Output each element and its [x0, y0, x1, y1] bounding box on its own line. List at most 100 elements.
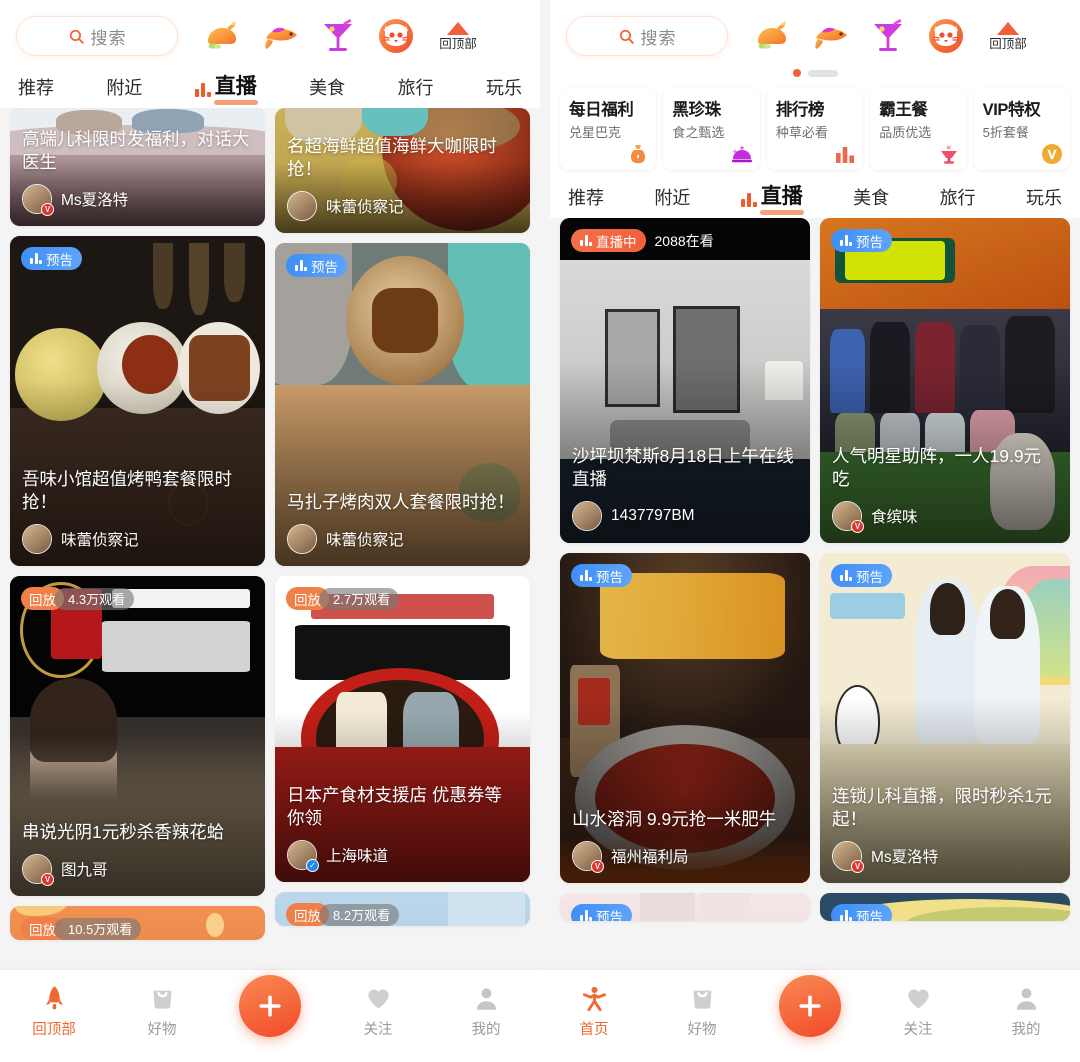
tab-entertainment[interactable]: 玩乐 — [486, 74, 522, 102]
badge-label: 预告 — [856, 231, 883, 251]
roast-chicken-icon[interactable] — [200, 14, 244, 58]
right-category-tabs: 推荐 附近 直播 美食 旅行 玩乐 — [550, 172, 1080, 218]
nav-item-首页[interactable]: 首页 — [540, 970, 648, 1039]
card-author[interactable]: V福州福利局 — [572, 841, 798, 871]
avatar[interactable]: ✓ — [287, 840, 317, 870]
cat-logo-icon[interactable] — [374, 14, 418, 58]
search-input[interactable]: 搜索 — [16, 16, 178, 56]
search-placeholder: 搜索 — [91, 24, 127, 49]
card-author[interactable]: 味蕾侦察记 — [287, 524, 518, 554]
author-name: 味蕾侦察记 — [326, 528, 404, 550]
nav-item-我的[interactable]: 我的 — [432, 970, 540, 1039]
live-card[interactable]: 预告人气明星助阵，一人19.9元吃V食缤味 — [820, 218, 1070, 543]
card-author[interactable]: 1437797BM — [572, 501, 798, 531]
card-author[interactable]: V图九哥 — [22, 854, 253, 884]
tab-travel[interactable]: 旅行 — [398, 74, 434, 102]
feed-column-2: 名超海鲜超值海鲜大咖限时抢！味蕾侦察记预告马扎子烤肉双人套餐限时抢！味蕾侦察记回… — [275, 108, 530, 940]
avatar[interactable] — [287, 191, 317, 221]
tab-entertainment[interactable]: 玩乐 — [1026, 184, 1062, 212]
card-author[interactable]: 味蕾侦察记 — [287, 191, 518, 221]
live-bars-icon — [195, 82, 211, 97]
cocktail-icon[interactable] — [316, 14, 360, 58]
tab-live[interactable]: 直播 — [195, 70, 257, 102]
avatar[interactable]: V — [572, 841, 602, 871]
card-author[interactable]: VMs夏洛特 — [832, 841, 1058, 871]
avatar[interactable]: V — [22, 184, 52, 214]
avatar[interactable]: V — [22, 854, 52, 884]
avatar[interactable]: V — [832, 501, 862, 531]
bag-icon — [149, 983, 176, 1013]
card-author[interactable]: 味蕾侦察记 — [22, 524, 253, 554]
live-card[interactable]: 预告马扎子烤肉双人套餐限时抢！味蕾侦察记 — [275, 243, 530, 566]
live-card[interactable]: 预告 — [560, 893, 810, 921]
tab-nearby[interactable]: 附近 — [106, 74, 142, 102]
preview-badge: 预告 — [831, 229, 892, 252]
live-card[interactable]: 预告连锁儿科直播，限时秒杀1元起！VMs夏洛特 — [820, 553, 1070, 883]
live-card[interactable]: 回放2.7万观看日本产食材支援店 优惠券等你领✓上海味道 — [275, 576, 530, 882]
carousel-dot-rest[interactable] — [808, 70, 838, 77]
card-author[interactable]: V食缤味 — [832, 501, 1058, 531]
live-card[interactable]: 预告山水溶洞 9.9元抢一米肥牛V福州福利局 — [560, 553, 810, 883]
badge-bars-icon — [580, 570, 592, 581]
nav-item-关注[interactable]: 关注 — [324, 970, 432, 1039]
plus-fab-icon[interactable] — [779, 975, 841, 1037]
tab-food[interactable]: 美食 — [309, 74, 345, 102]
card-title: 串说光阴1元秒杀香辣花蛤 — [22, 821, 253, 844]
quick-entry-2[interactable]: 黑珍珠食之甄选 — [663, 88, 759, 170]
avatar[interactable] — [287, 524, 317, 554]
viewer-count: 4.3万观看 — [54, 588, 134, 610]
quick-entry-1[interactable]: 每日福利兑星巴克 — [560, 88, 656, 170]
avatar[interactable] — [22, 524, 52, 554]
tab-recommend[interactable]: 推荐 — [568, 184, 604, 212]
live-card[interactable]: 预告 — [820, 893, 1070, 921]
live-card[interactable]: 高端儿科限时发福利，对话大医生VMs夏洛特 — [10, 108, 265, 226]
card-author[interactable]: ✓上海味道 — [287, 840, 518, 870]
back-to-top-icon[interactable]: 回顶部 — [432, 14, 484, 58]
live-card[interactable]: 回放4.3万观看串说光阴1元秒杀香辣花蛤V图九哥 — [10, 576, 265, 896]
nav-item-好物[interactable]: 好物 — [108, 970, 216, 1039]
back-to-top-label: 回顶部 — [989, 38, 1027, 51]
tab-food[interactable]: 美食 — [853, 184, 889, 212]
left-category-tabs: 推荐 附近 直播 美食 旅行 玩乐 — [0, 62, 540, 108]
nav-item-关注[interactable]: 关注 — [864, 970, 972, 1039]
header-top-row-right: 搜索 — [550, 10, 1080, 62]
badge-label: 回放 — [294, 905, 321, 925]
plus-fab-icon[interactable] — [239, 975, 301, 1037]
live-card[interactable]: 回放8.2万观看 — [275, 892, 530, 926]
quick-entry-5[interactable]: VIP特权5折套餐 — [974, 88, 1070, 170]
quick-entry-3[interactable]: 排行榜种草必看 — [767, 88, 863, 170]
avatar[interactable]: V — [832, 841, 862, 871]
back-to-top-icon[interactable]: 回顶部 — [982, 14, 1034, 58]
live-card[interactable]: 直播中2088在看沙坪坝梵斯8月18日上午在线直播1437797BM — [560, 218, 810, 543]
nav-item-我的[interactable]: 我的 — [972, 970, 1080, 1039]
card-title: 山水溶洞 9.9元抢一米肥牛 — [572, 808, 798, 831]
avatar[interactable] — [572, 501, 602, 531]
tab-recommend[interactable]: 推荐 — [18, 74, 54, 102]
publish-button-wrapper — [216, 970, 324, 1037]
verified-badge: V — [851, 520, 864, 533]
tab-nearby[interactable]: 附近 — [654, 184, 690, 212]
live-card[interactable]: 回放10.5万观看 — [10, 906, 265, 940]
nav-item-回顶部[interactable]: 回顶部 — [0, 970, 108, 1039]
viewer-count: 2.7万观看 — [319, 588, 399, 610]
card-author[interactable]: VMs夏洛特 — [22, 184, 253, 214]
viewer-count: 10.5万观看 — [54, 918, 141, 940]
roast-chicken-icon[interactable] — [750, 14, 794, 58]
tab-travel[interactable]: 旅行 — [940, 184, 976, 212]
quick-entry-4[interactable]: 霸王餐品质优选 — [870, 88, 966, 170]
trophy-bowl-icon — [937, 142, 961, 166]
heart-icon — [365, 983, 392, 1013]
live-card[interactable]: 名超海鲜超值海鲜大咖限时抢！味蕾侦察记 — [275, 108, 530, 233]
live-card[interactable]: 预告吾味小馆超值烤鸭套餐限时抢！味蕾侦察记 — [10, 236, 265, 566]
search-input-right[interactable]: 搜索 — [566, 16, 728, 56]
fish-icon[interactable] — [808, 14, 852, 58]
tab-live[interactable]: 直播 — [741, 180, 803, 212]
quick-entry-title: VIP特权 — [983, 96, 1070, 120]
card-title: 马扎子烤肉双人套餐限时抢！ — [287, 491, 518, 514]
card-body: 连锁儿科直播，限时秒杀1元起！VMs夏洛特 — [820, 775, 1070, 883]
carousel-dot-active[interactable] — [793, 69, 801, 77]
nav-item-好物[interactable]: 好物 — [648, 970, 756, 1039]
cocktail-icon[interactable] — [866, 14, 910, 58]
cat-logo-icon[interactable] — [924, 14, 968, 58]
fish-icon[interactable] — [258, 14, 302, 58]
